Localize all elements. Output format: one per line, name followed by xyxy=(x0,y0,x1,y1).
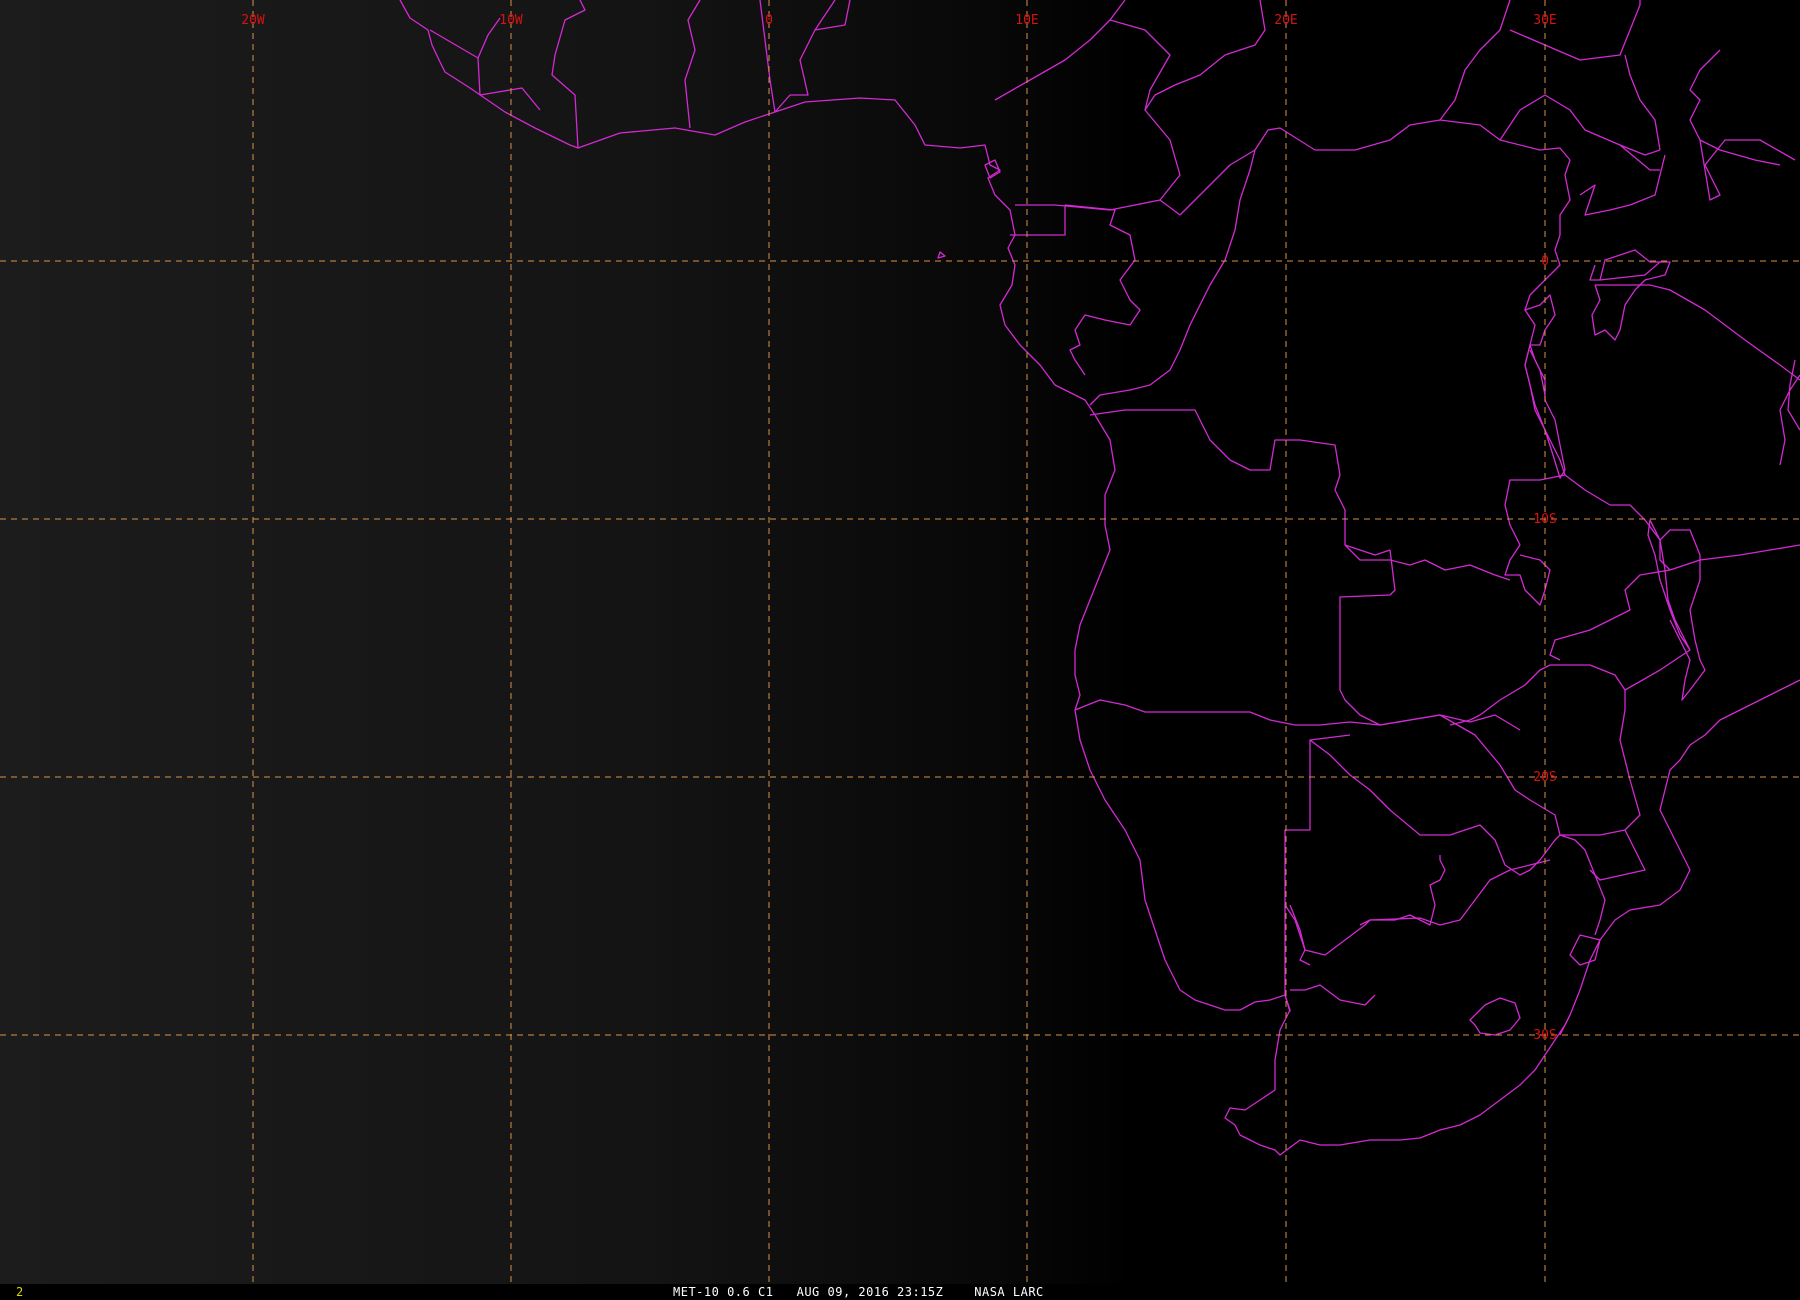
latitude-label: 20S xyxy=(1533,770,1556,785)
longitude-label: 10E xyxy=(1015,13,1038,28)
longitude-label: 30E xyxy=(1533,13,1556,28)
status-bar: 2 MET-10 0.6 C1 AUG 09, 2016 23:15Z NASA… xyxy=(0,1284,1800,1300)
latitude-label: 30S xyxy=(1533,1028,1556,1043)
longitude-label: 20W xyxy=(241,13,265,28)
satellite-map-view[interactable]: 20W 10W 0 10E 20E 30E 0 10S 20S 30S xyxy=(0,0,1800,1284)
latitude-label: 0 xyxy=(1541,254,1549,269)
longitude-label: 0 xyxy=(765,13,773,28)
longitude-label: 10W xyxy=(499,13,523,28)
longitude-label: 20E xyxy=(1274,13,1297,28)
night-earth-background xyxy=(0,0,1800,1284)
satellite-image: 20W 10W 0 10E 20E 30E 0 10S 20S 30S xyxy=(0,0,1800,1284)
image-info-label: MET-10 0.6 C1 AUG 09, 2016 23:15Z NASA L… xyxy=(673,1285,1044,1299)
latitude-label: 10S xyxy=(1533,512,1556,527)
frame-number: 2 xyxy=(16,1285,24,1299)
